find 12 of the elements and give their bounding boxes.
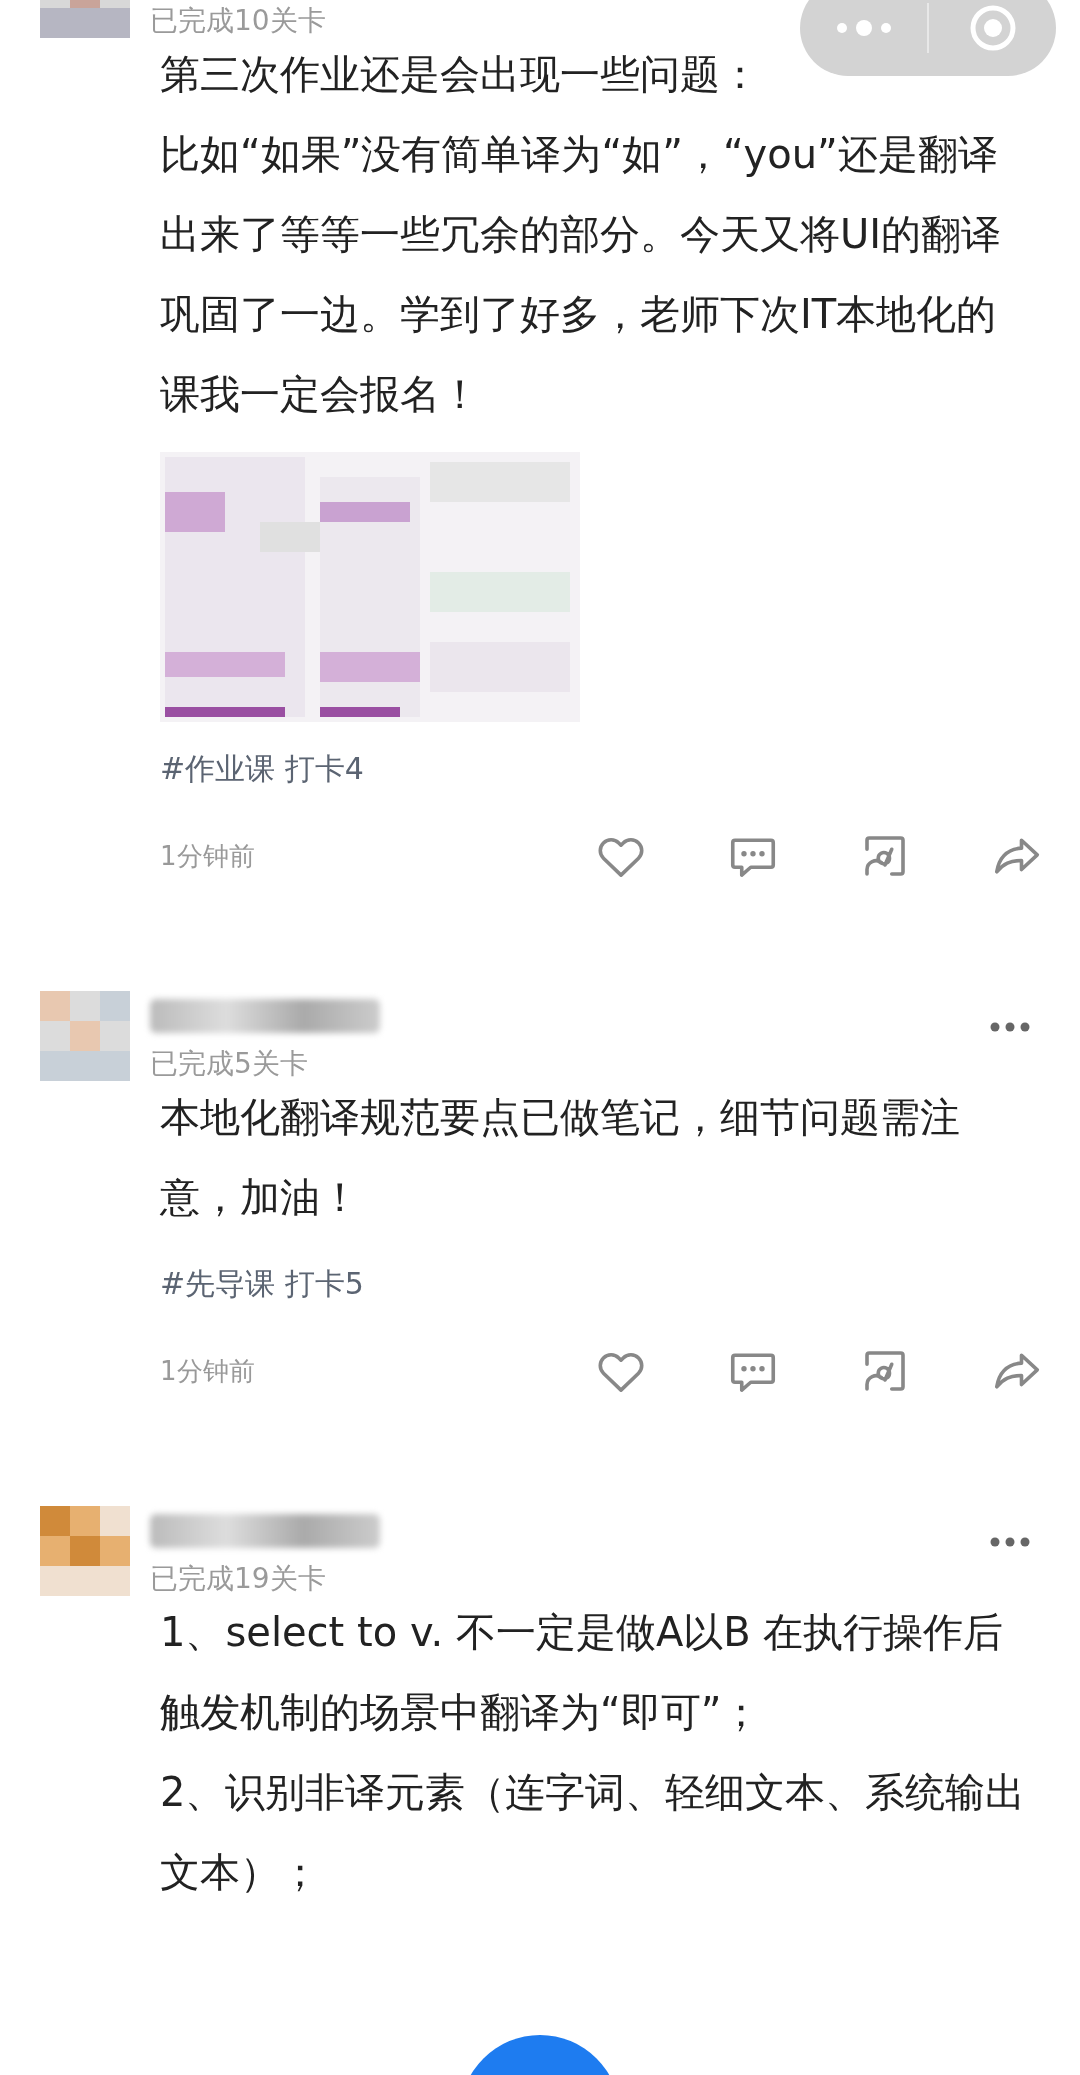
topic-tag[interactable]: #作业课 打卡4	[160, 746, 1030, 791]
post-text: 1、select to v. 不一定是做A以B 在执行操作后触发机制的场景中翻译为“即可”；	[160, 1608, 1005, 1737]
post-time: 1分钟前	[160, 1354, 255, 1388]
topic-tag[interactable]: #先导课 打卡5	[160, 1261, 1030, 1306]
post-text: 比如“如果”没有简单译为“如”，“you”还是翻译出来了等等一些冗余的部分。今天又将UI的翻译巩固了一边。学到了好多，老师下次IT本地化的课我一定会报名！	[160, 130, 1003, 419]
completion-status: 已完成19关卡	[150, 1561, 327, 1597]
post-text: 本地化翻译规范要点已做笔记，细节问题需注意，加油！	[160, 1093, 961, 1222]
post-text: 第三次作业还是会出现一些问题：	[160, 50, 761, 99]
completion-status: 已完成10关卡	[150, 3, 326, 39]
post-time: 1分钟前	[160, 839, 255, 873]
post-text: 2、识别非译元素（连字词、轻细文本、系统输出文本）；	[160, 1768, 1027, 1897]
completion-status: 已完成5关卡	[150, 1046, 309, 1082]
